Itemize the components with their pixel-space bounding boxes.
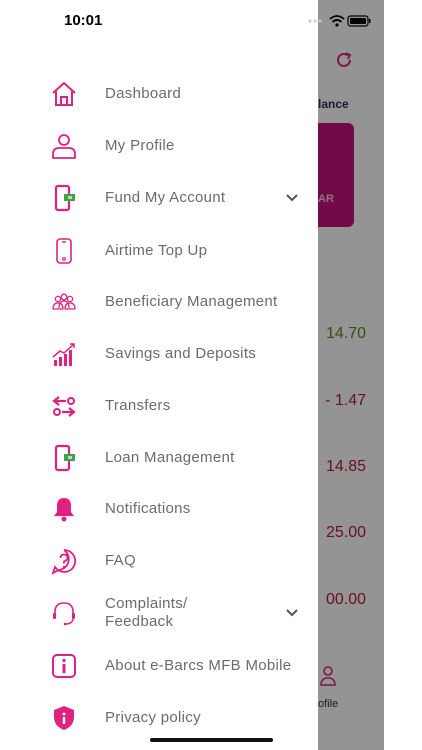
headset-icon — [50, 599, 78, 627]
navigation-drawer: 10:01 Dashboard My Profile Fund My Account… — [0, 0, 371, 750]
menu-item[interactable]: Privacy policy — [0, 698, 318, 738]
menu-item[interactable]: My Profile — [0, 126, 318, 166]
menu-item-label: FAQ — [105, 552, 136, 569]
menu-item-label: Savings and Deposits — [105, 345, 257, 362]
phone-icon — [50, 237, 78, 265]
menu-item-label: Dashboard — [105, 85, 182, 102]
menu-item-label: About e-Barcs MFB Mobile — [105, 657, 292, 674]
menu-item[interactable]: Notifications — [0, 489, 318, 529]
status-time: 10:01 — [64, 12, 103, 29]
menu-item[interactable]: Beneficiary Management — [0, 282, 318, 322]
bell-icon — [50, 495, 78, 523]
question-icon — [50, 547, 78, 575]
menu-item[interactable]: Airtime Top Up — [0, 231, 318, 271]
fund-phone-icon — [50, 184, 78, 212]
growth-chart-icon — [50, 340, 78, 368]
menu-item[interactable]: Transfers — [0, 386, 318, 426]
shield-icon — [50, 704, 78, 732]
home-icon — [50, 80, 78, 108]
chevron-down-icon[interactable] — [285, 606, 299, 620]
menu-item[interactable]: FAQ — [0, 541, 318, 581]
menu-item-label: My Profile — [105, 137, 175, 154]
menu-item[interactable]: Loan Management — [0, 438, 318, 478]
menu-item[interactable]: About e-Barcs MFB Mobile — [0, 646, 318, 686]
menu-item-label: Complaints/ Feedback — [105, 595, 188, 630]
menu-item-label: Beneficiary Management — [105, 293, 278, 310]
menu-item[interactable]: Fund My Account — [0, 178, 318, 218]
status-icons — [308, 15, 371, 27]
menu-item-label: Airtime Top Up — [105, 242, 208, 259]
info-icon — [50, 652, 78, 680]
user-icon — [50, 132, 78, 160]
people-icon — [50, 288, 78, 316]
menu-item-label: Privacy policy — [105, 709, 201, 726]
transfer-icon — [50, 392, 78, 420]
menu-item[interactable]: Complaints/ Feedback — [0, 593, 318, 633]
menu-item[interactable]: Dashboard — [0, 74, 318, 114]
menu-item-label: Transfers — [105, 397, 171, 414]
loan-phone-icon — [50, 444, 78, 472]
menu-item[interactable]: Savings and Deposits — [0, 334, 318, 374]
screen-margin — [384, 0, 422, 750]
home-indicator[interactable] — [150, 738, 273, 742]
menu-item-label: Notifications — [105, 500, 191, 517]
chevron-down-icon[interactable] — [285, 191, 299, 205]
menu-item-label: Loan Management — [105, 449, 235, 466]
menu-item-label: Fund My Account — [105, 189, 226, 206]
